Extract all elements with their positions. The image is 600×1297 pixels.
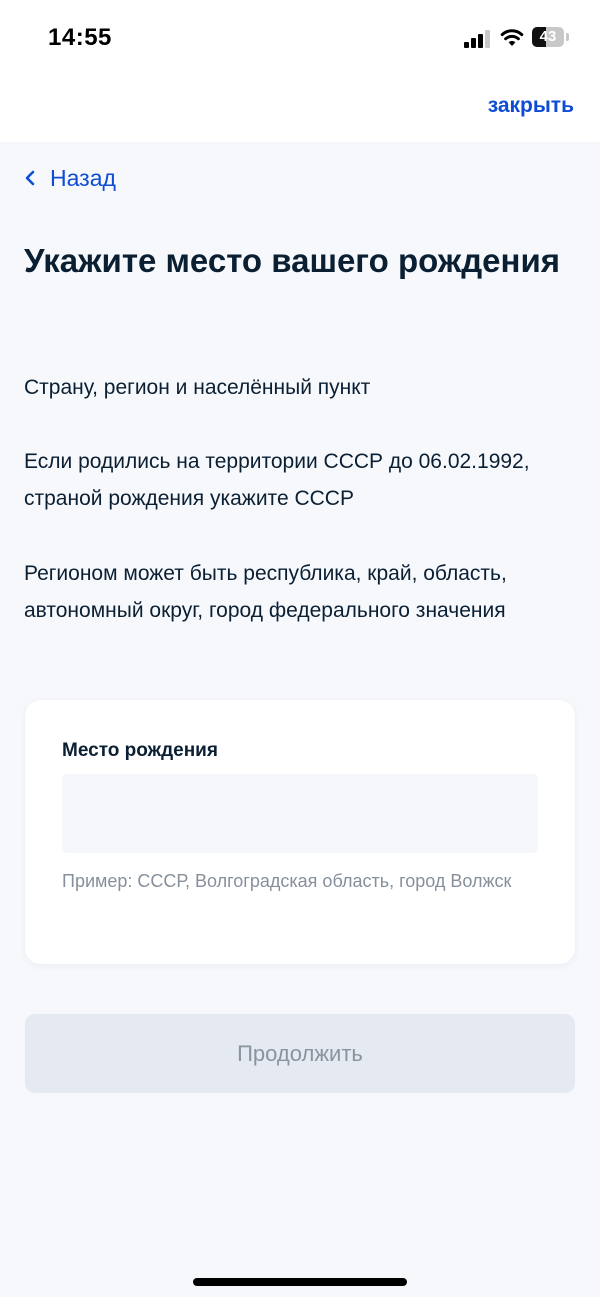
continue-button[interactable]: Продолжить [25, 1014, 575, 1093]
status-bar: 14:55 43 [0, 0, 600, 76]
page-title: Укажите место вашего рождения [24, 242, 560, 279]
home-indicator [193, 1278, 407, 1286]
top-bar: закрыть [0, 76, 600, 142]
wifi-icon [500, 29, 524, 46]
birthplace-label: Место рождения [62, 740, 218, 761]
battery-level: 43 [539, 28, 557, 45]
description-region-types: Регионом может быть республика, край, об… [24, 562, 507, 622]
birthplace-card: Место рождения Пример: СССР, Волгоградск… [25, 700, 575, 964]
battery-icon: 43 [532, 27, 570, 47]
back-button[interactable]: Назад [24, 163, 116, 193]
close-button[interactable]: закрыть [488, 94, 574, 118]
status-time: 14:55 [48, 24, 112, 51]
back-label: Назад [50, 164, 116, 191]
description-ussr: Если родились на территории СССР до 06.0… [24, 450, 530, 510]
chevron-left-icon [25, 170, 35, 186]
birthplace-hint: Пример: СССР, Волгоградская область, гор… [62, 871, 512, 891]
birthplace-input[interactable] [62, 774, 538, 853]
description-country-region: Страну, регион и населённый пункт [24, 376, 371, 399]
signal-icon [464, 30, 492, 48]
